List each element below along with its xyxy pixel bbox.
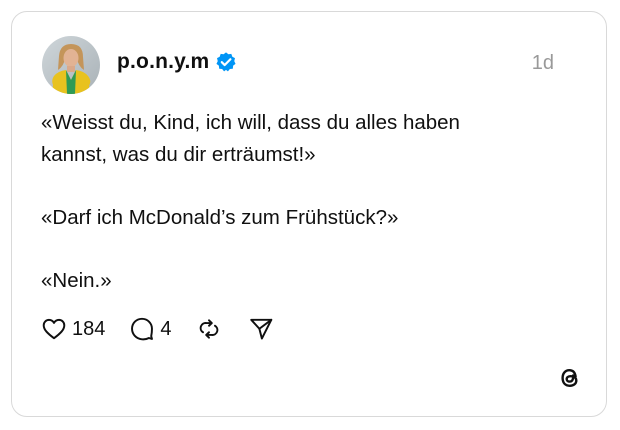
repost-button[interactable] [196,316,222,342]
threads-logo-icon[interactable] [556,364,584,392]
post-body: «Weisst du, Kind, ich will, dass du alle… [41,107,561,296]
post-text-line: «Darf ich McDonald’s zum Frühstück?» [41,205,399,229]
like-count: 184 [72,317,106,340]
username[interactable]: p.o.n.y.m [117,50,209,74]
avatar-image [42,36,100,94]
post-timestamp: 1d [531,52,554,74]
verified-check-icon [216,52,236,72]
send-icon [249,318,272,340]
post-text-line: «Weisst du, Kind, ich will, dass du alle… [41,111,460,134]
post-card[interactable]: p.o.n.y.m 1d «Weisst du, Kind, ich will,… [11,11,607,417]
reply-count: 4 [160,317,172,340]
like-button[interactable]: 184 [41,316,105,342]
action-bar: 184 4 [41,314,274,344]
share-button[interactable] [248,316,274,342]
repost-icon [199,319,218,339]
heart-icon [42,318,66,340]
reply-button[interactable]: 4 [129,316,172,342]
comment-bubble-icon [131,317,154,341]
post-text-line: «Nein.» [41,268,112,292]
post-text-line: kannst, was du dir erträumst!» [41,142,316,166]
avatar[interactable] [42,36,100,94]
